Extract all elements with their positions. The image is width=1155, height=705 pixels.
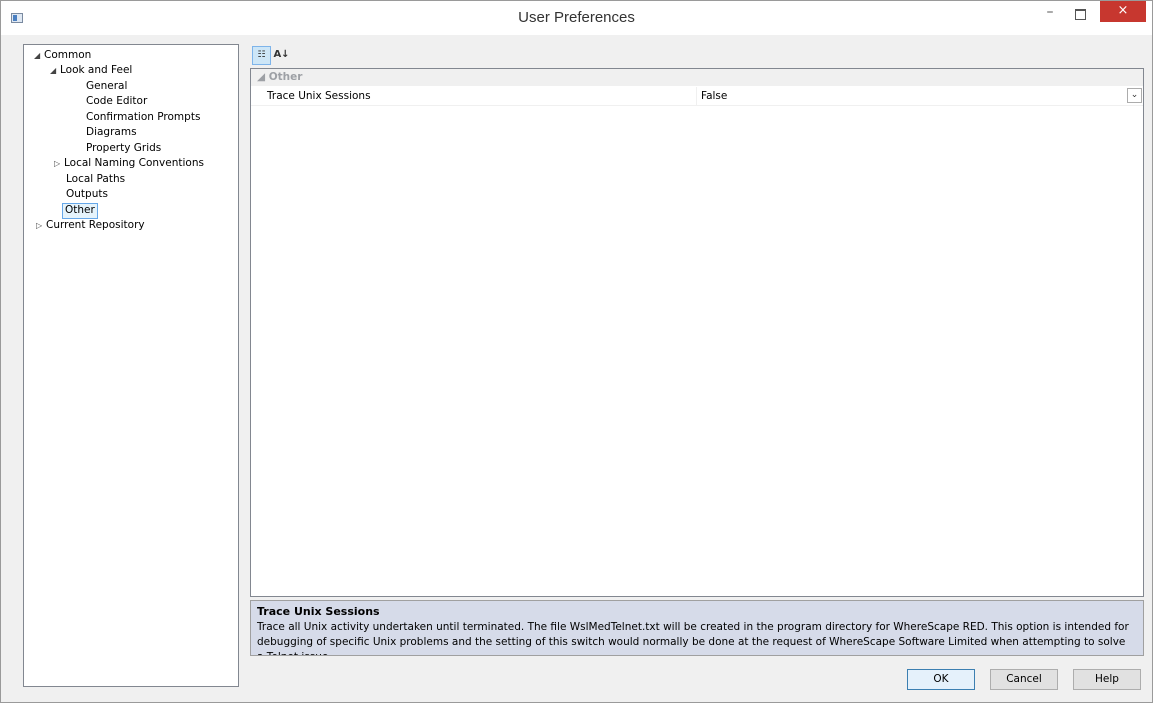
tree-item-code-editor[interactable]: Code Editor: [84, 94, 149, 109]
tree-item-confirmation-prompts[interactable]: Confirmation Prompts: [84, 110, 202, 125]
property-grid[interactable]: ◢ Other Trace Unix Sessions False ⌄: [250, 68, 1144, 597]
tree-item-local-naming-conventions[interactable]: ▷ Local Naming Conventions: [52, 156, 206, 171]
tree-item-local-paths[interactable]: Local Paths: [64, 172, 127, 187]
ok-button[interactable]: OK: [907, 669, 975, 690]
tree-item-diagrams[interactable]: Diagrams: [84, 125, 139, 140]
help-button[interactable]: Help: [1073, 669, 1141, 690]
value-dropdown-button[interactable]: ⌄: [1127, 88, 1142, 103]
description-title: Trace Unix Sessions: [257, 605, 380, 618]
category-row-other[interactable]: ◢ Other: [251, 69, 1143, 86]
maximize-button[interactable]: [1066, 4, 1094, 26]
property-value[interactable]: False: [701, 90, 727, 102]
minimize-button[interactable]: –: [1036, 4, 1064, 26]
sort-alphabetical-icon: A↓: [273, 49, 290, 60]
category-label: ◢ Other: [257, 71, 303, 83]
close-button[interactable]: ×: [1100, 1, 1146, 22]
categorized-view-button[interactable]: ☷: [252, 46, 271, 65]
tree-item-other[interactable]: Other: [62, 203, 98, 219]
description-panel: Trace Unix Sessions Trace all Unix activ…: [250, 600, 1144, 656]
property-row-trace-unix-sessions[interactable]: Trace Unix Sessions False ⌄: [251, 87, 1143, 106]
expanded-arrow-icon[interactable]: ◢: [34, 48, 44, 63]
tree-item-general[interactable]: General: [84, 79, 129, 94]
expanded-arrow-icon[interactable]: ◢: [50, 63, 60, 78]
cancel-button[interactable]: Cancel: [990, 669, 1058, 690]
alphabetical-sort-button[interactable]: A↓: [272, 46, 291, 65]
title-bar: User Preferences – ×: [1, 1, 1152, 35]
collapsed-arrow-icon[interactable]: ▷: [36, 218, 46, 233]
maximize-icon: [1074, 9, 1086, 20]
window-title: User Preferences: [518, 9, 635, 26]
preferences-tree[interactable]: ◢ Common ◢ Look and Feel General Code Edit…: [23, 44, 239, 687]
column-divider[interactable]: [696, 87, 697, 105]
tree-item-current-repository[interactable]: ▷ Current Repository: [34, 218, 147, 233]
categorized-view-icon: ☷: [257, 50, 266, 60]
chevron-down-icon: ⌄: [1130, 90, 1139, 100]
description-text: Trace all Unix activity undertaken until…: [257, 621, 1129, 655]
collapsed-arrow-icon[interactable]: ▷: [54, 156, 64, 171]
property-name: Trace Unix Sessions: [267, 90, 371, 102]
tree-item-common[interactable]: ◢ Common: [32, 48, 93, 63]
tree-item-outputs[interactable]: Outputs: [64, 187, 110, 202]
tree-item-look-and-feel[interactable]: ◢ Look and Feel: [48, 63, 134, 78]
tree-item-property-grids[interactable]: Property Grids: [84, 141, 163, 156]
